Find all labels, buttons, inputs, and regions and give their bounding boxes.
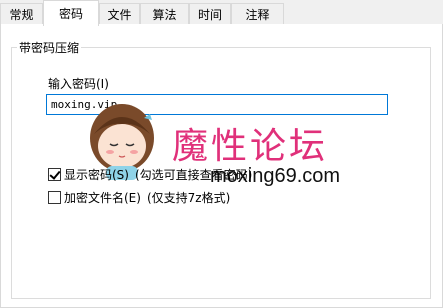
tab-general[interactable]: 常规 — [0, 3, 43, 24]
encrypt-names-option[interactable]: 加密文件名(E) (仅支持7z格式) — [48, 189, 230, 206]
tab-comment[interactable]: 注释 — [231, 3, 284, 24]
encrypt-names-note: (仅支持7z格式) — [146, 191, 231, 205]
show-password-checkbox[interactable] — [48, 168, 61, 181]
show-password-note: (勾选可直接查看密码) — [134, 168, 253, 182]
encrypt-names-checkbox[interactable] — [48, 191, 61, 204]
watermark-text: 魔性论坛 — [172, 126, 329, 167]
show-password-label: 显示密码(S) — [64, 168, 129, 182]
tab-bar: 常规 密码 文件 算法 时间 注释 — [0, 0, 443, 26]
password-label: 输入密码(I) — [48, 77, 109, 91]
tab-time[interactable]: 时间 — [189, 3, 231, 24]
tab-algorithm[interactable]: 算法 — [140, 3, 189, 24]
encrypt-names-label: 加密文件名(E) — [64, 191, 141, 205]
tab-files[interactable]: 文件 — [99, 3, 140, 24]
show-password-option[interactable]: 显示密码(S) (勾选可直接查看密码) — [48, 166, 252, 183]
tab-password[interactable]: 密码 — [43, 0, 99, 26]
group-title: 带密码压缩 — [17, 39, 82, 56]
